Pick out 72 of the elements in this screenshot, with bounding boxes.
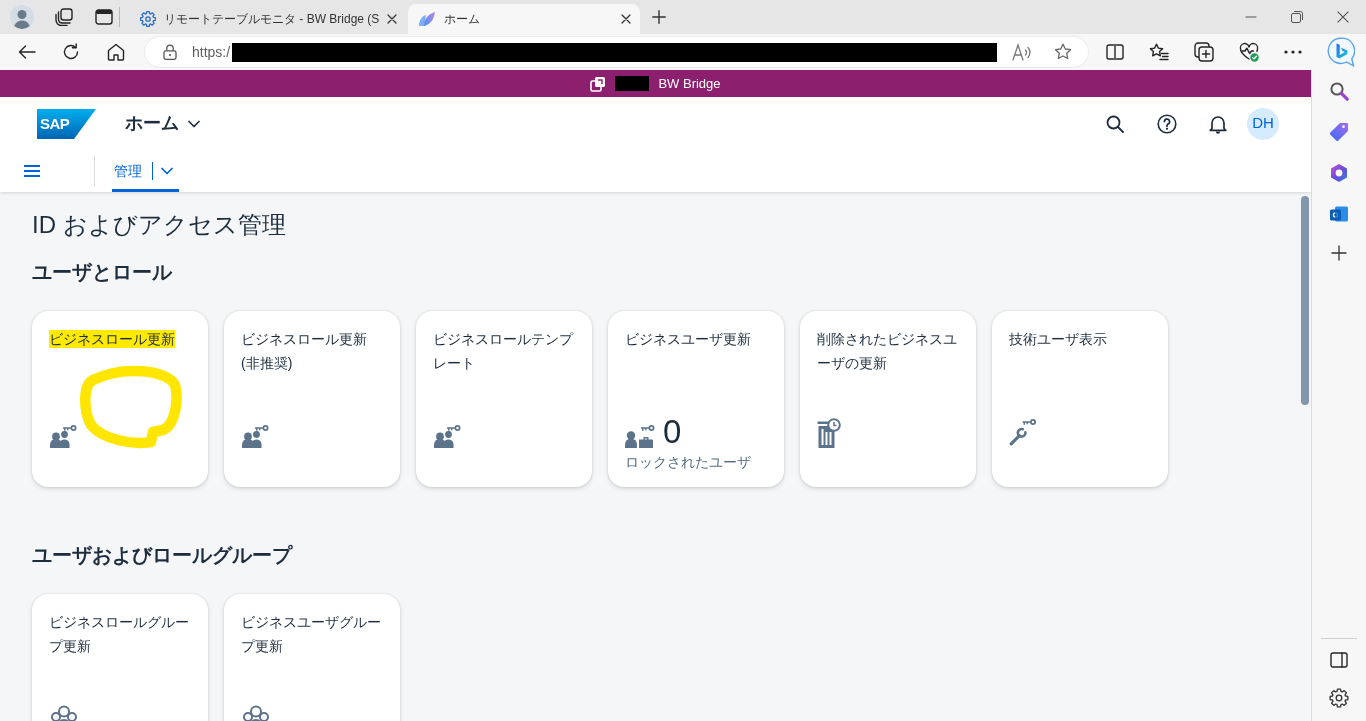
people-key-icon bbox=[49, 424, 77, 448]
app-tile[interactable]: ビジネスロール更新 (非推奨) bbox=[224, 311, 400, 487]
person-briefcase-key-icon bbox=[625, 424, 655, 448]
address-field[interactable]: https:/ bbox=[145, 37, 1088, 67]
help-icon[interactable] bbox=[1157, 113, 1177, 134]
scrollbar-thumb[interactable] bbox=[1301, 196, 1309, 405]
caret-icon bbox=[161, 167, 173, 175]
gear-icon bbox=[140, 11, 156, 27]
tabs-stack-icon[interactable] bbox=[55, 8, 73, 26]
read-aloud-icon[interactable] bbox=[1012, 43, 1032, 61]
menu-icon[interactable] bbox=[24, 165, 40, 177]
more-icon[interactable] bbox=[1284, 50, 1302, 54]
app-tile[interactable]: ビジネスユーザ更新 0 ロックされたユーザ bbox=[608, 311, 784, 487]
app-tile[interactable]: ビジネスユーザグループ更新 bbox=[224, 594, 400, 721]
heart-pulse-icon[interactable] bbox=[1239, 42, 1259, 62]
browser-tab[interactable]: リモートテーブルモニタ - BW Bridge (S bbox=[130, 4, 407, 34]
bell-icon[interactable] bbox=[1209, 113, 1227, 134]
caret-icon bbox=[188, 119, 200, 128]
tile-subtitle: ロックされたユーザ bbox=[625, 453, 752, 472]
shell-title: BW Bridge bbox=[658, 74, 721, 93]
app-tile[interactable]: ビジネスロールグループ更新 bbox=[32, 594, 208, 721]
tag-icon[interactable] bbox=[1329, 122, 1349, 142]
section-title: ユーザとロール bbox=[32, 260, 174, 284]
profile-avatar[interactable] bbox=[10, 5, 34, 29]
close-icon[interactable] bbox=[387, 14, 398, 24]
trash-clock-icon bbox=[817, 418, 841, 448]
people-key-icon bbox=[433, 424, 461, 448]
close-icon[interactable] bbox=[1337, 11, 1349, 23]
company-logo[interactable]: SAP bbox=[37, 108, 96, 139]
split-screen-icon[interactable] bbox=[1106, 44, 1124, 60]
app-tile[interactable]: 削除されたビジネスユーザの更新 bbox=[800, 311, 976, 487]
star-icon[interactable] bbox=[1054, 43, 1072, 61]
search-icon[interactable] bbox=[1106, 114, 1124, 133]
wrench-key-icon bbox=[1009, 418, 1037, 448]
lock-icon[interactable] bbox=[163, 44, 177, 60]
user-avatar[interactable]: DH bbox=[1247, 107, 1279, 140]
tile-title: ビジネスユーザグループ更新 bbox=[241, 614, 381, 654]
tile-title: 削除されたビジネスユーザの更新 bbox=[817, 331, 957, 371]
hexagon-icon[interactable] bbox=[1329, 163, 1349, 183]
tile-title: ビジネスロールテンプレート bbox=[433, 331, 573, 371]
plus-icon[interactable] bbox=[652, 10, 667, 24]
refresh-icon[interactable] bbox=[62, 43, 80, 61]
home-icon[interactable] bbox=[107, 43, 125, 61]
close-icon[interactable] bbox=[621, 14, 632, 24]
section-title: ユーザおよびロールグループ bbox=[32, 543, 294, 567]
app-tile[interactable]: 技術ユーザ表示 bbox=[992, 311, 1168, 487]
chat-bubble-icon[interactable] bbox=[1327, 37, 1355, 67]
favorites-icon[interactable] bbox=[1149, 43, 1169, 61]
app-tile[interactable]: ビジネスロールテンプレート bbox=[416, 311, 592, 487]
overlapping-squares-icon bbox=[590, 75, 607, 92]
kpi-value: 0 bbox=[663, 416, 682, 448]
tile-title: ビジネスユーザ更新 bbox=[625, 331, 751, 347]
url-text: https:/ bbox=[192, 42, 231, 62]
mail-app-icon[interactable] bbox=[1329, 204, 1349, 224]
collections-icon[interactable] bbox=[1194, 42, 1214, 62]
side-panel-icon[interactable] bbox=[1330, 652, 1348, 668]
people-key-icon bbox=[241, 424, 269, 448]
restore-icon[interactable] bbox=[1291, 11, 1303, 23]
app-tile[interactable]: ビジネスロール更新 bbox=[32, 311, 208, 487]
tile-title: ビジネスロール更新 bbox=[49, 330, 175, 348]
tile-title: ビジネスロール更新 (非推奨) bbox=[241, 331, 367, 371]
tile-title: ビジネスロールグループ更新 bbox=[49, 614, 189, 654]
settings-icon[interactable] bbox=[1329, 688, 1349, 708]
home-menu-button[interactable]: ホーム bbox=[125, 110, 200, 137]
petal-icon bbox=[418, 11, 437, 27]
page-title: ID およびアクセス管理 bbox=[32, 210, 287, 239]
window-icon[interactable] bbox=[95, 9, 113, 25]
back-icon[interactable] bbox=[18, 44, 36, 60]
plus-icon[interactable] bbox=[1331, 245, 1347, 261]
browser-tab[interactable]: ホーム bbox=[408, 4, 641, 34]
search-icon[interactable] bbox=[1329, 81, 1349, 101]
tile-title: 技術ユーザ表示 bbox=[1009, 331, 1107, 347]
